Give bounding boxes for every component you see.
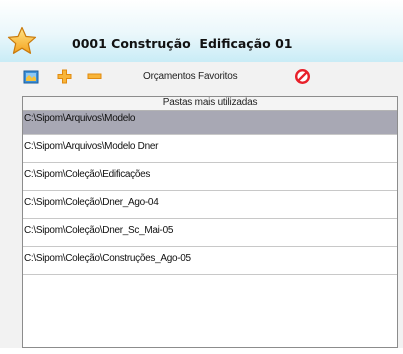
header-band: 0001 Construção Edificação 01 <box>0 0 403 62</box>
star-icon <box>7 26 37 54</box>
window-bottom-edge <box>0 348 403 354</box>
list-item[interactable]: C:\Sipom\Arquivos\Modelo <box>23 111 397 135</box>
remove-icon <box>87 73 101 79</box>
list-header: Pastas mais utilizadas <box>23 97 397 111</box>
add-icon <box>57 69 71 83</box>
list-item[interactable]: C:\Sipom\Coleção\Dner_Ago-04 <box>23 195 397 219</box>
favorites-window: 0001 Construção Edificação 01 Orçamentos… <box>0 0 403 354</box>
open-folder-button[interactable] <box>22 67 40 85</box>
open-folder-icon <box>23 70 39 83</box>
remove-button[interactable] <box>85 67 103 85</box>
list-item[interactable]: C:\Sipom\Arquivos\Modelo Dner <box>23 139 397 163</box>
toolbar: Orçamentos Favoritos <box>0 62 403 92</box>
list-item[interactable]: C:\Sipom\Coleção\Dner_Sc_Mai-05 <box>23 223 397 247</box>
list-item[interactable]: C:\Sipom\Coleção\Edificações <box>23 167 397 191</box>
list-item[interactable]: C:\Sipom\Coleção\Construções_Ago-05 <box>23 251 397 275</box>
favorites-label: Orçamentos Favoritos <box>143 71 238 82</box>
cancel-icon <box>294 68 310 84</box>
page-title: 0001 Construção Edificação 01 <box>72 36 293 51</box>
folders-list[interactable]: Pastas mais utilizadas C:\Sipom\Arquivos… <box>22 96 398 348</box>
add-button[interactable] <box>55 67 73 85</box>
cancel-button[interactable] <box>293 67 311 85</box>
